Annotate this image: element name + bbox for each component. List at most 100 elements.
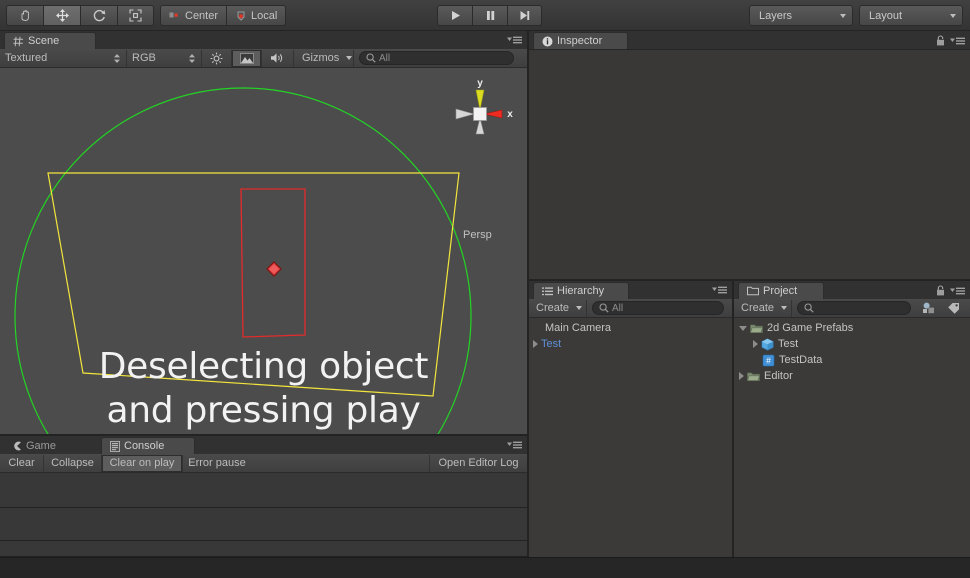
step-button[interactable]	[507, 5, 542, 26]
pivot-controls-group: Center Local	[160, 5, 287, 26]
hand-tool-button[interactable]	[6, 5, 43, 26]
tab-hierarchy[interactable]: Hierarchy	[533, 282, 629, 299]
console-row[interactable]	[0, 508, 527, 541]
render-mode-dropdown[interactable]: RGB	[127, 49, 202, 67]
hierarchy-item-main-camera[interactable]: Main Camera	[529, 318, 732, 336]
tab-console[interactable]: Console	[101, 437, 195, 454]
console-clear-on-play-button[interactable]: Clear on play	[102, 454, 183, 472]
hierarchy-item-test[interactable]: Test	[529, 336, 732, 352]
camera-projection-label[interactable]: Persp	[463, 229, 492, 241]
tab-project[interactable]: Project	[738, 282, 824, 299]
render-mode-label: RGB	[132, 52, 156, 64]
hierarchy-create-label: Create	[536, 302, 570, 314]
center-pivot-icon	[169, 10, 181, 21]
lock-icon[interactable]	[936, 285, 945, 296]
tab-game[interactable]: Game	[4, 437, 96, 454]
scale-tool-button[interactable]	[117, 5, 154, 26]
layers-dropdown[interactable]: Layers	[749, 5, 853, 26]
project-search-input[interactable]	[797, 301, 911, 315]
inspector-content-empty	[529, 50, 970, 279]
pause-icon	[484, 9, 497, 22]
unity-editor-window: Center Local Layers Layout Scene Texture…	[0, 0, 970, 578]
svg-text:#: #	[766, 355, 771, 365]
pivot-rotation-button[interactable]: Local	[226, 5, 287, 26]
console-icon	[110, 440, 120, 452]
project-item-testdata[interactable]: # TestData	[734, 352, 970, 368]
axis-y-cone	[475, 89, 485, 111]
play-icon	[449, 9, 462, 22]
console-row[interactable]	[0, 541, 527, 557]
filter-by-type-button[interactable]	[916, 300, 941, 317]
info-icon	[542, 36, 553, 47]
pause-button[interactable]	[472, 5, 507, 26]
scene-fx-toggle-button[interactable]	[232, 49, 262, 67]
vertical-splitter-left[interactable]	[527, 31, 529, 557]
lock-icon[interactable]	[936, 35, 945, 46]
play-button[interactable]	[437, 5, 472, 26]
project-panel-menu[interactable]	[936, 285, 966, 296]
hamburger-icon	[950, 286, 966, 296]
axis-center-cube	[473, 107, 487, 121]
tab-scene[interactable]: Scene	[4, 32, 96, 49]
expand-triangle-icon[interactable]	[753, 340, 758, 348]
open-editor-log-button[interactable]: Open Editor Log	[429, 454, 527, 472]
updown-arrows-icon	[188, 53, 196, 64]
expand-triangle-icon[interactable]	[739, 372, 744, 380]
inspector-panel-menu[interactable]	[936, 35, 966, 46]
move-tool-button[interactable]	[43, 5, 80, 26]
layers-label: Layers	[759, 9, 793, 22]
pivot-mode-button[interactable]: Center	[160, 5, 227, 26]
tab-inspector-label: Inspector	[557, 35, 603, 47]
hierarchy-toolbar: Create All	[529, 299, 732, 318]
horizontal-splitter-inspector[interactable]	[529, 279, 970, 281]
console-clear-button[interactable]: Clear	[0, 454, 44, 472]
console-panel-menu[interactable]	[507, 440, 523, 450]
gizmos-label: Gizmos	[302, 52, 340, 64]
scene-panel-menu[interactable]	[507, 35, 523, 45]
console-collapse-button[interactable]: Collapse	[44, 454, 102, 472]
draw-mode-dropdown[interactable]: Textured	[0, 49, 127, 67]
hierarchy-search-input[interactable]: All	[592, 301, 724, 315]
tab-inspector[interactable]: Inspector	[533, 32, 628, 49]
scene-view-toolbar: Textured RGB Gizmos All	[0, 49, 527, 68]
expand-triangle-icon[interactable]	[533, 340, 538, 348]
inspector-tabbar: Inspector	[529, 31, 970, 50]
hierarchy-panel-menu[interactable]	[712, 285, 728, 295]
console-panel: Game Console Clear Collapse Clear on pla…	[0, 436, 527, 557]
console-row[interactable]	[0, 473, 527, 508]
hierarchy-tree[interactable]: Main Camera Test	[529, 318, 732, 557]
project-item-test[interactable]: Test	[734, 336, 970, 352]
scene-axis-gizmo[interactable]: y x	[440, 76, 527, 146]
tab-scene-label: Scene	[28, 35, 60, 47]
chevron-down-icon	[346, 56, 353, 60]
vertical-splitter-right[interactable]	[732, 281, 734, 557]
console-message-list[interactable]	[0, 473, 527, 557]
collapse-triangle-icon[interactable]	[739, 325, 747, 331]
hierarchy-create-dropdown[interactable]: Create	[529, 299, 587, 317]
folder-icon	[747, 371, 760, 382]
console-clear-label: Clear	[8, 457, 35, 469]
console-error-pause-button[interactable]: Error pause	[183, 455, 251, 472]
project-create-dropdown[interactable]: Create	[734, 299, 792, 317]
project-tree[interactable]: 2d Game Prefabs Test # TestData Editor	[734, 318, 970, 557]
transform-tools-group	[6, 5, 154, 26]
axis-negx-cone	[455, 108, 476, 120]
project-item-2d-game-prefabs[interactable]: 2d Game Prefabs	[734, 318, 970, 336]
gizmos-dropdown[interactable]: Gizmos	[294, 49, 354, 67]
lighting-toggle-button[interactable]	[202, 49, 232, 67]
scene-search-input[interactable]: All	[359, 51, 514, 65]
hierarchy-panel: Hierarchy Create All Main Camera Test	[529, 281, 732, 557]
console-error-pause-label: Error pause	[188, 457, 246, 469]
scene-viewport[interactable]: y x Persp Deselecting object and pressin…	[0, 68, 527, 436]
horizontal-splitter-scene-console[interactable]	[0, 434, 527, 436]
axis-y-label: y	[477, 78, 483, 89]
step-icon	[518, 9, 531, 22]
search-icon	[366, 53, 376, 63]
project-item-editor[interactable]: Editor	[734, 368, 970, 384]
rotate-tool-button[interactable]	[80, 5, 117, 26]
toolbar-right-group: Layers Layout	[749, 5, 963, 26]
filter-type-icon	[922, 302, 936, 314]
audio-toggle-button[interactable]	[262, 49, 294, 67]
layout-dropdown[interactable]: Layout	[859, 5, 963, 26]
filter-by-label-button[interactable]	[941, 300, 966, 317]
